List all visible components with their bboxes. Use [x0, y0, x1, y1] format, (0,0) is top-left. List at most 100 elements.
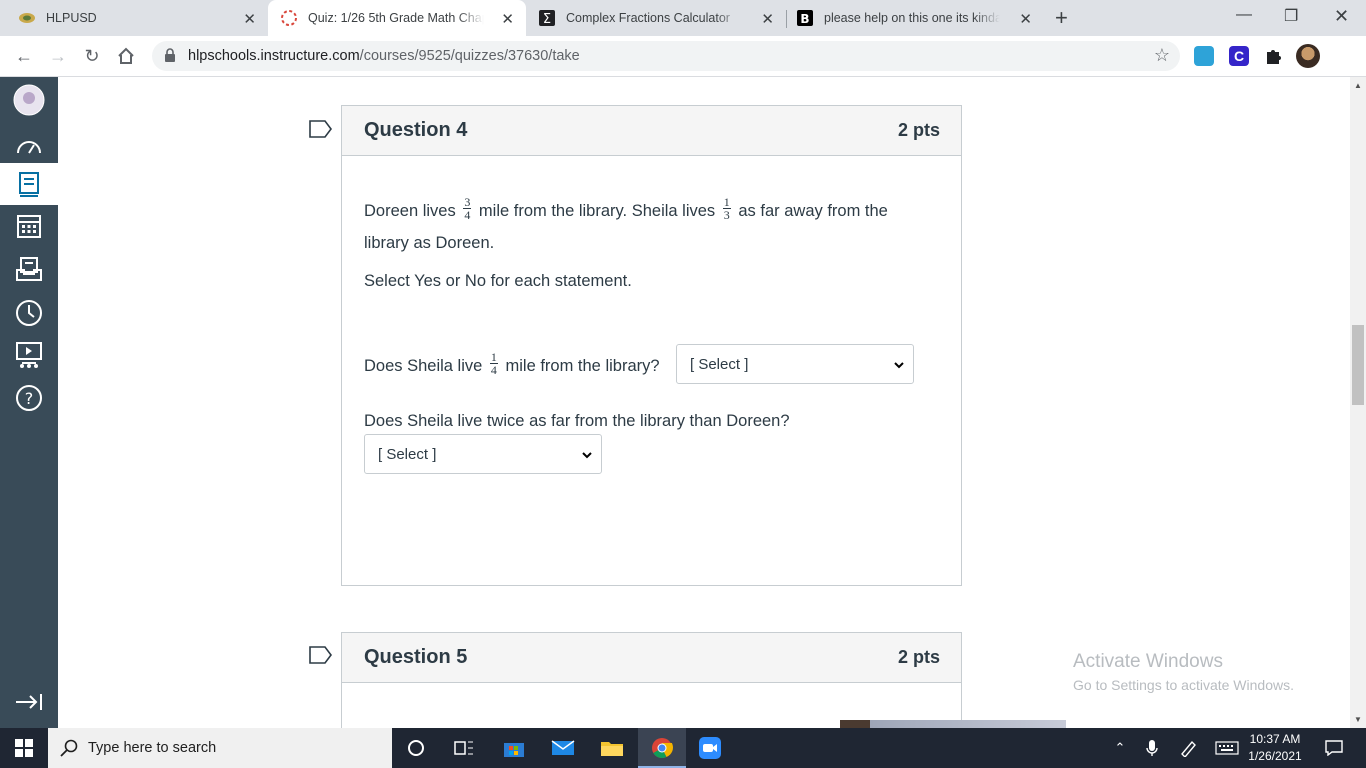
svg-text:?: ? — [25, 389, 34, 408]
flag-question-icon[interactable] — [309, 120, 333, 138]
mail-icon[interactable] — [551, 736, 575, 760]
zoom-icon[interactable] — [698, 736, 722, 760]
loading-spinner-icon — [280, 9, 298, 27]
extension-c-icon[interactable]: C — [1229, 46, 1249, 66]
show-hidden-icons-icon[interactable]: ⌃ — [1110, 728, 1130, 768]
file-explorer-icon[interactable] — [600, 736, 624, 760]
statement-text: Does Sheila live — [364, 357, 483, 375]
stem-text: Doreen lives — [364, 202, 456, 220]
address-bar[interactable]: hlpschools.instructure.com/courses/9525/… — [152, 41, 1180, 71]
browser-toolbar: ← → ↻ hlpschools.instructure.com/courses… — [0, 36, 1366, 77]
tab-quiz[interactable]: Quiz: 1/26 5th Grade Math Chapter ✕ — [268, 0, 526, 36]
close-tab-icon[interactable]: ✕ — [501, 10, 514, 28]
extension-cloud-icon[interactable] — [1194, 46, 1214, 66]
question-stem-line1: Doreen lives 34 mile from the library. S… — [364, 196, 888, 221]
tab-hlpusd[interactable]: HLPUSD ✕ — [0, 0, 268, 36]
statement-2: Does Sheila live twice as far from the l… — [364, 412, 790, 430]
extensions-puzzle-icon[interactable] — [1263, 46, 1283, 66]
keyboard-icon[interactable] — [1214, 728, 1240, 768]
tab-complex-fractions[interactable]: Σ Complex Fractions Calculator ✕ — [526, 0, 786, 36]
tab-title: HLPUSD — [46, 11, 97, 25]
notifications-icon[interactable] — [1322, 728, 1346, 768]
taskbar-search[interactable]: Type here to search — [48, 728, 392, 768]
chevron-down-icon — [893, 358, 905, 375]
courses-icon[interactable] — [0, 163, 58, 205]
svg-text:B: B — [800, 12, 809, 26]
reload-icon[interactable]: ↻ — [80, 44, 104, 68]
answer-select-1[interactable]: [ Select ] — [676, 344, 914, 384]
lock-icon — [164, 48, 176, 68]
forward-arrow-icon[interactable]: → — [46, 44, 70, 68]
clock-date: 1/26/2021 — [1248, 749, 1302, 763]
stem-text: as far away from the — [738, 202, 888, 220]
browser-tab-strip: HLPUSD ✕ Quiz: 1/26 5th Grade Math Chapt… — [0, 0, 1366, 36]
new-tab-plus-icon[interactable]: + — [1055, 5, 1068, 31]
brainly-favicon-icon: B — [796, 9, 814, 27]
bookmark-star-icon[interactable]: ☆ — [1154, 45, 1170, 66]
scroll-down-icon[interactable]: ▼ — [1354, 715, 1362, 724]
scroll-up-icon[interactable]: ▲ — [1354, 81, 1362, 90]
windows-taskbar: Type here to search ⌃ 10:37 AM 1/26/2021 — [0, 728, 1366, 768]
history-clock-icon[interactable] — [0, 292, 58, 334]
fraction-three-fourths: 34 — [463, 195, 472, 223]
tab-title: Quiz: 1/26 5th Grade Math Chapter — [308, 11, 484, 25]
pen-icon[interactable] — [1178, 728, 1200, 768]
collapse-nav-icon[interactable] — [0, 681, 58, 723]
flag-question-icon[interactable] — [309, 646, 333, 664]
select-value: [ Select ] — [690, 356, 749, 373]
question-stem-line2: library as Doreen. — [364, 234, 495, 252]
inbox-icon[interactable] — [0, 248, 58, 290]
stem-text: mile from the library. Sheila lives — [478, 202, 716, 220]
home-icon[interactable] — [114, 44, 138, 68]
page-scrollbar[interactable]: ▲ ▼ — [1350, 77, 1366, 728]
activate-windows-watermark: Activate Windows Go to Settings to activ… — [1073, 651, 1294, 693]
question-instruction: Select Yes or No for each statement. — [364, 272, 632, 290]
cortana-icon[interactable] — [404, 736, 428, 760]
restore-icon[interactable]: ❐ — [1284, 6, 1298, 26]
chrome-icon[interactable] — [650, 736, 674, 760]
sigma-favicon-icon: Σ — [538, 9, 556, 27]
microphone-icon[interactable] — [1142, 728, 1162, 768]
hlpusd-favicon-icon — [18, 9, 36, 27]
clock-time: 10:37 AM — [1249, 732, 1301, 746]
search-placeholder: Type here to search — [88, 740, 217, 756]
profile-avatar[interactable] — [1296, 44, 1320, 68]
watermark-subtitle: Go to Settings to activate Windows. — [1073, 677, 1294, 693]
close-tab-icon[interactable]: ✕ — [1019, 10, 1032, 28]
close-window-icon[interactable]: ✕ — [1334, 6, 1349, 27]
partial-image — [840, 720, 1066, 728]
minimize-icon[interactable]: — — [1236, 6, 1252, 24]
question-title: Question 4 — [364, 119, 468, 141]
dashboard-icon[interactable] — [0, 124, 58, 166]
chevron-down-icon — [581, 448, 593, 465]
answer-select-2[interactable]: [ Select ] — [364, 434, 602, 474]
question-header: Question 4 2 pts — [342, 106, 961, 156]
scrollbar-thumb[interactable] — [1352, 325, 1364, 405]
calendar-icon[interactable] — [0, 205, 58, 247]
tab-title: Complex Fractions Calculator — [566, 11, 730, 25]
statement-1: Does Sheila live 14 mile from the librar… — [364, 351, 660, 376]
question-body: Doreen lives 34 mile from the library. S… — [342, 156, 961, 585]
select-value: [ Select ] — [378, 446, 437, 463]
back-arrow-icon[interactable]: ← — [12, 44, 36, 68]
question-header: Question 5 2 pts — [342, 633, 961, 683]
fraction-one-third: 13 — [722, 195, 731, 223]
close-tab-icon[interactable]: ✕ — [243, 10, 256, 28]
canvas-global-nav: ? — [0, 77, 58, 728]
watermark-title: Activate Windows — [1073, 651, 1223, 672]
tab-brainly[interactable]: B please help on this one its kinda hard… — [786, 0, 1044, 36]
search-icon — [60, 739, 78, 762]
store-icon[interactable] — [502, 736, 526, 760]
statement-text: mile from the library? — [505, 357, 660, 375]
system-clock[interactable]: 10:37 AM 1/26/2021 — [1240, 731, 1310, 765]
url-text: hlpschools.instructure.com/courses/9525/… — [188, 48, 580, 64]
close-tab-icon[interactable]: ✕ — [761, 10, 774, 28]
task-view-icon[interactable] — [452, 736, 476, 760]
question-points: 2 pts — [897, 647, 940, 667]
nav-account-avatar[interactable] — [0, 79, 58, 121]
windows-start-icon[interactable] — [0, 728, 48, 768]
fraction-one-fourth: 14 — [489, 350, 498, 378]
help-icon[interactable]: ? — [0, 377, 58, 419]
question-points: 2 pts — [897, 120, 940, 140]
studio-icon[interactable] — [0, 334, 58, 376]
